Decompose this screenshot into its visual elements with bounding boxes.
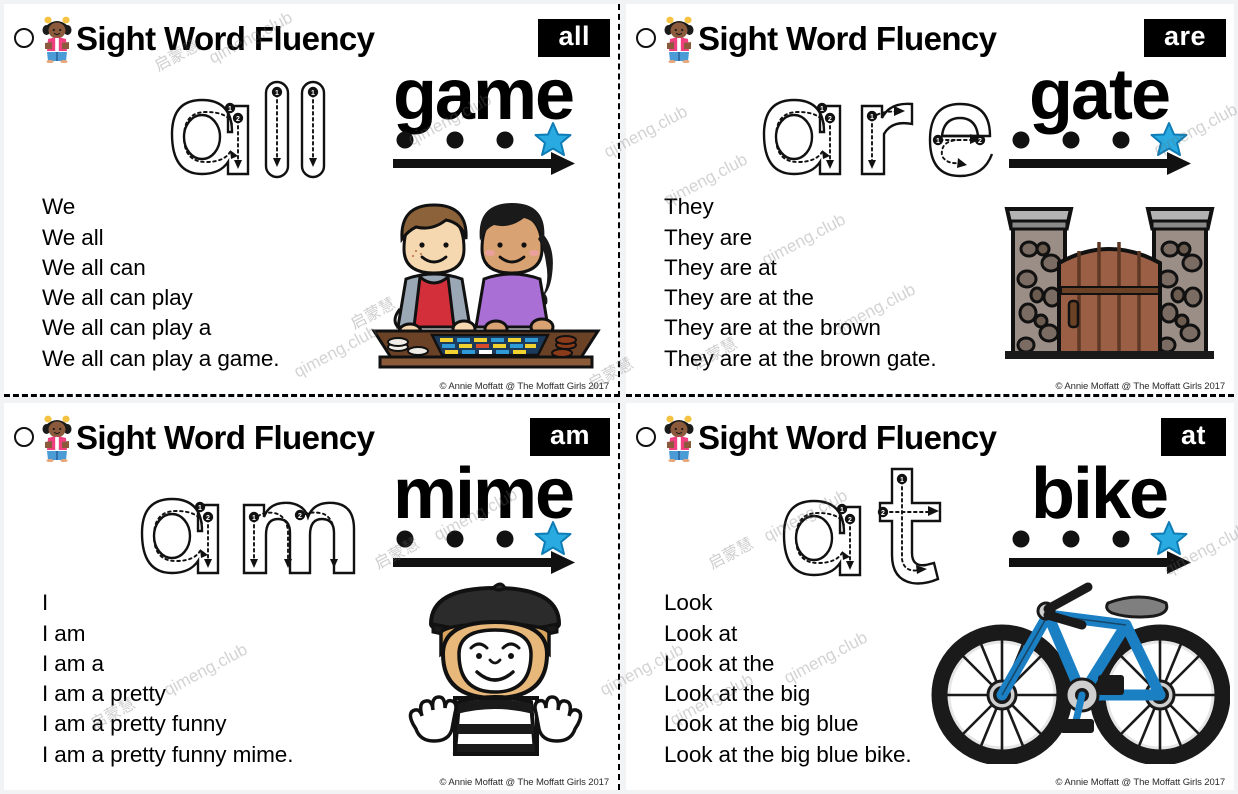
card-title: Sight Word Fluency <box>698 418 997 456</box>
sentence-ladder: They They are They are at They are at th… <box>664 192 1024 374</box>
sight-word-badge: at <box>1160 418 1226 456</box>
star-icon <box>1150 521 1188 556</box>
phoneme-dots-and-arrow <box>383 521 583 577</box>
star-icon <box>534 122 572 157</box>
sentence-line: I am <box>42 620 86 646</box>
illustration-blue-bicycle <box>930 569 1231 766</box>
phoneme-dot <box>1012 131 1030 149</box>
svg-text:1: 1 <box>275 90 279 97</box>
svg-text:1: 1 <box>311 90 315 97</box>
picture-word-text: game <box>392 55 575 135</box>
phoneme-dot <box>1062 131 1080 149</box>
traceable-word-all: 2 1 1 1 <box>144 62 394 212</box>
sentence-line: We all can play a game. <box>42 345 280 371</box>
sentence-line: They are at the brown <box>664 315 881 341</box>
phoneme-dots-and-arrow <box>383 122 583 178</box>
sentence-line: I am a pretty <box>42 681 166 707</box>
arrow-icon <box>393 551 575 575</box>
phoneme-dot <box>1112 530 1130 548</box>
phoneme-dot <box>446 131 464 149</box>
sentence-line: They are <box>664 224 752 250</box>
sight-word-badge: all <box>538 19 610 57</box>
sight-word-badge: am <box>529 418 610 456</box>
card-title: Sight Word Fluency <box>698 19 997 57</box>
arrow-icon <box>393 152 575 176</box>
svg-text:1: 1 <box>900 477 904 484</box>
arrow-icon <box>1009 152 1191 176</box>
picture-word-text: bike <box>1030 454 1169 534</box>
fluency-card-at: Sight Word Fluency at 2 1 1 2 bike Look … <box>626 403 1234 790</box>
picture-word-text: mime <box>392 454 575 534</box>
copyright-text: © Annie Moffatt @ The Moffatt Girls 2017 <box>1055 777 1226 788</box>
svg-text:1: 1 <box>252 515 256 522</box>
copyright-text: © Annie Moffatt @ The Moffatt Girls 2017 <box>1055 381 1226 392</box>
sentence-line: They are at the brown gate. <box>664 345 937 371</box>
fluency-card-all: Sight Word Fluency all 2 1 1 1 game We W… <box>4 4 620 397</box>
svg-text:1: 1 <box>228 106 232 113</box>
star-icon <box>1150 122 1188 157</box>
stroke-order-markers: 2 1 1 2 <box>836 473 908 525</box>
svg-text:2: 2 <box>206 515 210 522</box>
illustration-brown-gate <box>997 191 1222 366</box>
svg-text:1: 1 <box>870 114 874 121</box>
checkbox-circle-icon[interactable] <box>636 427 656 447</box>
phoneme-dot <box>1112 131 1130 149</box>
svg-text:2: 2 <box>828 116 832 123</box>
picture-word-block: bike <box>974 454 1224 577</box>
svg-text:1: 1 <box>936 138 940 145</box>
worksheet-sheet: Sight Word Fluency all 2 1 1 1 game We W… <box>0 0 1238 794</box>
svg-text:2: 2 <box>848 517 852 524</box>
checkbox-circle-icon[interactable] <box>14 427 34 447</box>
sentence-line: I am a pretty funny <box>42 711 227 737</box>
svg-text:1: 1 <box>198 505 202 512</box>
phoneme-dot <box>1012 530 1030 548</box>
phoneme-dot <box>396 131 414 149</box>
picture-word-block: mime <box>358 454 608 577</box>
illustration-two-kids-playing-board-game <box>366 187 606 372</box>
sentence-line: We <box>42 194 76 220</box>
sentence-ladder: We We all We all can We all can play We … <box>42 192 402 374</box>
sentence-line: We all can <box>42 254 146 280</box>
svg-text:1: 1 <box>840 507 844 514</box>
sentence-line: I <box>42 590 49 616</box>
phoneme-dot <box>396 530 414 548</box>
girl-reading-icon <box>664 16 694 63</box>
sentence-line: I am a <box>42 650 104 676</box>
card-title: Sight Word Fluency <box>76 418 375 456</box>
girl-reading-icon <box>42 415 72 462</box>
sentence-line: They <box>664 194 714 220</box>
sentence-line: They are at the <box>664 285 814 311</box>
phoneme-dot <box>446 530 464 548</box>
picture-word-block: game <box>358 55 608 178</box>
phoneme-dot <box>496 131 514 149</box>
girl-reading-icon <box>664 415 694 462</box>
sentence-line: They are at <box>664 254 777 280</box>
svg-text:2: 2 <box>236 116 240 123</box>
sentence-line: We all can play a <box>42 315 212 341</box>
girl-reading-icon <box>42 16 72 63</box>
card-title: Sight Word Fluency <box>76 19 375 57</box>
sentence-ladder: I I am I am a I am a pretty I am a prett… <box>42 588 402 770</box>
checkbox-circle-icon[interactable] <box>14 28 34 48</box>
svg-text:2: 2 <box>298 513 302 520</box>
sentence-line: I am a pretty funny mime. <box>42 741 294 767</box>
picture-word-text: gate <box>1028 55 1171 135</box>
copyright-text: © Annie Moffatt @ The Moffatt Girls 2017 <box>439 381 610 392</box>
illustration-mime-boy <box>393 580 598 770</box>
fluency-card-are: Sight Word Fluency are 2 1 1 1 2 gate Th… <box>626 4 1234 397</box>
sentence-line: We all <box>42 224 104 250</box>
copyright-text: © Annie Moffatt @ The Moffatt Girls 2017 <box>439 777 610 788</box>
svg-text:2: 2 <box>881 510 885 517</box>
sight-word-badge: are <box>1143 19 1226 57</box>
phoneme-dots-and-arrow <box>999 122 1199 178</box>
fluency-card-am: Sight Word Fluency am 2 1 1 2 mime I I a… <box>4 403 620 790</box>
picture-word-block: gate <box>974 55 1224 178</box>
sentence-line: We all can play <box>42 285 193 311</box>
star-icon <box>534 521 572 556</box>
checkbox-circle-icon[interactable] <box>636 28 656 48</box>
phoneme-dot <box>496 530 514 548</box>
phoneme-dot <box>1062 530 1080 548</box>
svg-text:1: 1 <box>820 106 824 113</box>
